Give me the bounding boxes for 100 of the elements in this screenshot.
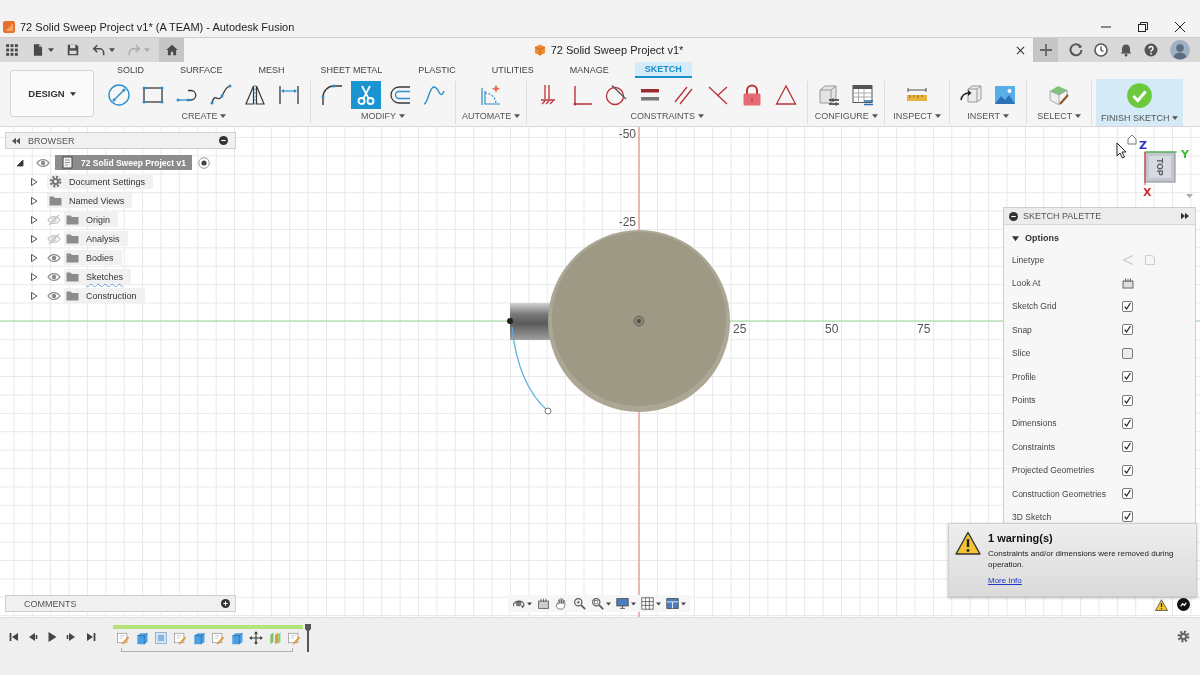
group-menu-button[interactable]: INSPECT <box>893 109 942 123</box>
caret-icon <box>871 114 878 118</box>
ring-icon[interactable] <box>1069 43 1083 57</box>
tree-item[interactable]: Origin <box>64 212 118 227</box>
restore-icon[interactable] <box>1137 21 1148 32</box>
checkbox[interactable] <box>1122 371 1133 383</box>
tree-item[interactable]: Construction <box>64 288 145 303</box>
plus-icon <box>1038 43 1053 57</box>
monitor-icon[interactable] <box>616 597 629 610</box>
settings-icon[interactable] <box>1177 630 1190 643</box>
home-button[interactable] <box>159 38 184 62</box>
toolbar-tab[interactable]: UTILITIES <box>481 62 544 78</box>
clock-icon[interactable] <box>1094 43 1108 57</box>
sketch-model[interactable] <box>507 230 730 415</box>
mirror-icon <box>243 83 267 107</box>
toolbar-tab[interactable]: SURFACE <box>170 62 233 78</box>
checkbox[interactable] <box>1122 394 1133 406</box>
checkbox[interactable] <box>1122 417 1133 429</box>
caret-icon[interactable] <box>527 601 532 606</box>
play-icon[interactable] <box>47 632 58 642</box>
help-icon[interactable] <box>1144 43 1158 57</box>
panel-options-icon[interactable] <box>1009 211 1018 221</box>
section-header[interactable]: Options <box>1004 230 1059 246</box>
next-icon[interactable] <box>66 632 77 642</box>
caret-icon[interactable] <box>656 601 661 606</box>
collapse-icon[interactable] <box>11 136 21 145</box>
radio-icon[interactable] <box>197 156 210 169</box>
expand-arrow-icon[interactable] <box>30 291 38 300</box>
tree-item[interactable]: Bodies <box>64 250 122 265</box>
last-icon[interactable] <box>85 632 96 642</box>
undo-icon <box>92 43 106 57</box>
pan-icon[interactable] <box>555 597 568 610</box>
panel-options-icon[interactable] <box>219 136 228 145</box>
expand-arrow-icon[interactable] <box>16 158 24 167</box>
calendar-icon[interactable] <box>1122 277 1134 290</box>
checkbox[interactable] <box>1122 511 1133 523</box>
group-menu-button[interactable]: CONSTRAINTS <box>630 109 704 123</box>
toolbar-tab[interactable]: PLASTIC <box>408 62 466 78</box>
group-menu-button[interactable]: MODIFY <box>361 109 405 123</box>
toolbar-tab[interactable]: SHEET METAL <box>310 62 393 78</box>
expand-arrow-icon[interactable] <box>30 234 38 243</box>
group-menu-button[interactable]: CREATE <box>181 109 227 123</box>
toolbar-tab[interactable]: SOLID <box>107 62 154 78</box>
close-icon[interactable] <box>1174 21 1185 32</box>
warning-icon[interactable] <box>1155 598 1168 611</box>
comments-bar[interactable]: COMMENTS <box>5 595 236 612</box>
document-tab-title[interactable]: 72 Solid Sweep Project v1* <box>550 44 684 56</box>
disc-icon[interactable] <box>1177 598 1190 611</box>
group-menu-button[interactable]: FINISH SKETCH <box>1100 111 1179 125</box>
more-info-link[interactable]: More Info <box>988 576 1022 585</box>
box-icon[interactable] <box>134 631 149 645</box>
home-icon[interactable] <box>1127 134 1137 145</box>
tree-item[interactable]: Named Views <box>47 193 133 208</box>
move-arrows-icon[interactable] <box>248 631 263 645</box>
new-tab-button[interactable] <box>1033 38 1058 62</box>
zoom-window-icon[interactable] <box>591 597 604 610</box>
box-icon[interactable] <box>229 631 244 645</box>
group-menu-button[interactable]: INSERT <box>967 109 1010 123</box>
tree-item[interactable]: Document Settings <box>47 174 154 189</box>
zoom-icon[interactable] <box>573 597 586 610</box>
caret-icon[interactable] <box>606 601 611 606</box>
group-menu-button[interactable]: SELECT <box>1037 109 1082 123</box>
checkbox[interactable] <box>1122 441 1133 453</box>
avatar-icon[interactable] <box>1170 40 1190 60</box>
close-icon[interactable] <box>1016 45 1025 55</box>
previous-icon[interactable] <box>27 632 38 642</box>
checkbox[interactable] <box>1122 324 1133 336</box>
expand-arrow-icon[interactable] <box>30 215 38 224</box>
expand-arrow-icon[interactable] <box>30 196 38 205</box>
view-cube[interactable] <box>1144 151 1178 186</box>
playhead-marker[interactable] <box>305 624 312 652</box>
calendar-icon[interactable] <box>537 597 550 610</box>
home-icon <box>164 43 179 57</box>
cube-icon <box>533 44 546 56</box>
box-icon[interactable] <box>191 631 206 645</box>
workspace-menu-button[interactable]: DESIGN <box>10 70 94 117</box>
viewports-icon[interactable] <box>666 597 679 610</box>
toolbar-tab[interactable]: MANAGE <box>559 62 619 78</box>
tree-item[interactable]: Sketches <box>64 269 132 284</box>
bell-icon[interactable] <box>1119 43 1133 57</box>
group-menu-button[interactable]: CONFIGURE <box>814 109 878 123</box>
plus-circle-icon[interactable] <box>221 599 230 608</box>
group-menu-button[interactable]: AUTOMATE <box>462 109 521 123</box>
tree-item[interactable]: Analysis <box>64 231 128 246</box>
caret-icon <box>69 91 76 96</box>
first-icon[interactable] <box>8 632 19 642</box>
spline-icon <box>209 83 233 107</box>
timeline-track[interactable] <box>113 625 304 629</box>
expand-arrow-icon[interactable] <box>30 272 38 281</box>
double-arrow-icon[interactable] <box>1180 212 1190 220</box>
caret-icon[interactable] <box>681 601 686 606</box>
expand-arrow-icon[interactable] <box>30 177 38 186</box>
checkbox[interactable] <box>1122 300 1133 312</box>
caret-icon[interactable] <box>631 601 636 606</box>
toolbar-tab[interactable]: MESH <box>248 62 295 78</box>
checkbox[interactable] <box>1122 347 1133 359</box>
expand-arrow-icon[interactable] <box>30 253 38 262</box>
checkbox[interactable] <box>1122 488 1133 500</box>
checkbox[interactable] <box>1122 464 1133 476</box>
grid-icon[interactable] <box>641 597 654 610</box>
